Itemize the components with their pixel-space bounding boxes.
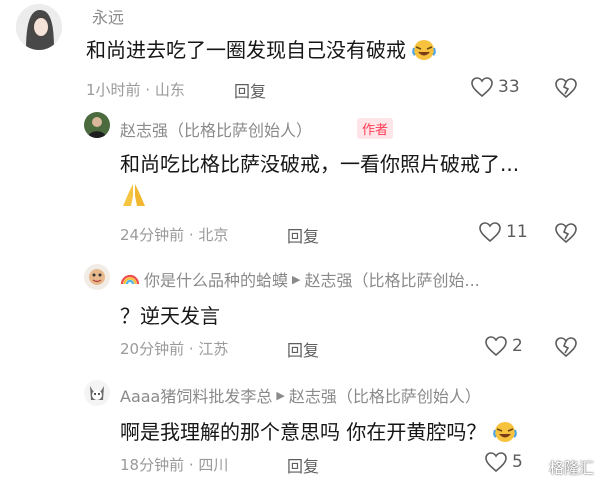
- like-button[interactable]: 11: [478, 221, 528, 243]
- comment-text: 啊是我理解的那个意思吗 你在开黄腔吗？: [120, 416, 517, 448]
- time-location: 1小时前 · 山东: [86, 81, 185, 99]
- dislike-button[interactable]: [554, 336, 578, 362]
- comment-text-content: 啊是我理解的那个意思吗 你在开黄腔吗？: [120, 420, 487, 444]
- reply-button[interactable]: 回复: [287, 337, 319, 361]
- comment-text-content: 和尚进去吃了一圈发现自己没有破戒: [86, 38, 406, 62]
- reply-header: Aaaa猪饲料批发李总 ▶ 赵志强（比格比萨创始人）: [120, 383, 481, 407]
- avatar-image: [84, 380, 110, 406]
- username[interactable]: 永远: [92, 4, 124, 28]
- avatar[interactable]: [16, 4, 62, 50]
- avatar[interactable]: [84, 112, 110, 138]
- time-location: 20分钟前 · 江苏: [120, 340, 229, 358]
- username[interactable]: Aaaa猪饲料批发李总: [120, 383, 272, 407]
- reply-button[interactable]: 回复: [287, 223, 319, 247]
- like-count: 5: [512, 452, 523, 472]
- username[interactable]: 赵志强（比格比萨创始人）: [120, 117, 312, 141]
- time-location: 18分钟前 · 四川: [120, 456, 229, 474]
- watermark: 格隆汇: [528, 457, 594, 478]
- laughing-crying-emoji-icon: [492, 421, 517, 448]
- heart-icon: [485, 336, 507, 357]
- author-badge: 作者: [357, 118, 394, 139]
- comment-text: 和尚进去吃了一圈发现自己没有破戒: [86, 34, 437, 66]
- heart-icon: [479, 222, 501, 243]
- rainbow-icon: [120, 269, 140, 289]
- dislike-button[interactable]: [554, 222, 578, 248]
- reply-arrow-icon: ▶: [292, 272, 301, 286]
- comment-text: ？逆天发言: [120, 304, 220, 328]
- reply-button[interactable]: 回复: [234, 78, 266, 102]
- like-button[interactable]: 33: [470, 76, 520, 98]
- avatar-image: [84, 264, 110, 290]
- reply-header: 你是什么品种的蛤蟆 ▶ 赵志强（比格比萨创始...: [120, 267, 480, 291]
- avatar-image: [84, 112, 110, 138]
- reply-to-username[interactable]: 赵志强（比格比萨创始...: [304, 267, 479, 291]
- dislike-button[interactable]: [554, 77, 578, 103]
- laughing-crying-emoji-icon: [412, 39, 437, 66]
- broken-heart-icon: [555, 223, 577, 244]
- watermark-logo-icon: [528, 457, 546, 478]
- like-button[interactable]: 5: [484, 451, 523, 473]
- like-count: 33: [498, 77, 520, 97]
- heart-icon: [485, 452, 507, 473]
- heart-icon: [471, 77, 493, 98]
- avatar[interactable]: [84, 380, 110, 406]
- time-location: 24分钟前 · 北京: [120, 226, 229, 244]
- avatar[interactable]: [84, 264, 110, 290]
- username[interactable]: 你是什么品种的蛤蟆: [144, 267, 288, 291]
- reply-button[interactable]: 回复: [287, 453, 319, 477]
- avatar-image: [16, 4, 62, 50]
- watermark-text: 格隆汇: [548, 459, 594, 477]
- comment-text: 和尚吃比格比萨没破戒，一看你照片破戒了...: [120, 152, 520, 176]
- reply-arrow-icon: ▶: [276, 388, 285, 402]
- praying-hands-emoji-icon: [120, 182, 148, 212]
- like-count: 2: [512, 336, 523, 356]
- reply-to-username[interactable]: 赵志强（比格比萨创始人）: [289, 383, 481, 407]
- broken-heart-icon: [555, 78, 577, 99]
- like-count: 11: [506, 222, 528, 242]
- broken-heart-icon: [555, 337, 577, 358]
- like-button[interactable]: 2: [484, 335, 523, 357]
